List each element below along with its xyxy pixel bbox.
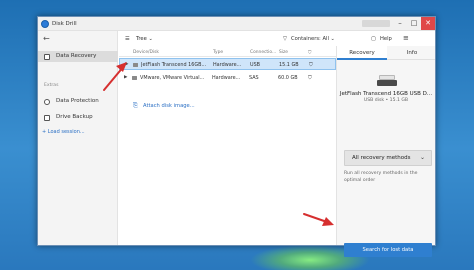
maximize-button[interactable]: □ [407, 17, 421, 30]
app-window: Disk Drill – □ ✕ ← Data Recovery Extras … [37, 16, 436, 257]
view-mode-label: Tree [136, 35, 147, 42]
table-row[interactable]: ▶ VMware, VMware Virtual... Hardware... … [119, 72, 336, 84]
recovery-method-label: All recovery methods [352, 155, 411, 161]
table-header: Device/Disk Type Connectio... Size ⛉ [119, 47, 336, 57]
filter-icon: ▽ [283, 35, 287, 42]
minimize-button[interactable]: – [393, 17, 407, 30]
window-title: Disk Drill [52, 20, 77, 27]
protection-status-icon: ⛉ [309, 62, 313, 68]
sidebar-item-label: Drive Backup [56, 114, 93, 120]
containers-filter-label: Containers: All [291, 35, 329, 42]
expand-arrow-icon[interactable]: ▶ [124, 75, 127, 80]
hard-drive-icon [132, 75, 137, 80]
column-size[interactable]: Size [279, 50, 288, 55]
disk-type: Hardware... [213, 62, 242, 68]
list-icon: ☰ [125, 35, 130, 42]
search-for-lost-data-button[interactable]: Search for lost data [344, 243, 432, 257]
attach-disk-image-label: Attach disk image... [143, 102, 195, 109]
back-button[interactable]: ← [43, 34, 50, 43]
sidebar-item-label: Data Protection [56, 98, 99, 104]
protection-status-icon: ⛉ [308, 75, 312, 81]
disk-name: JetFlash Transcend 16GB... [141, 62, 207, 68]
column-device-disk[interactable]: Device/Disk [133, 50, 159, 55]
tab-info[interactable]: Info [387, 46, 437, 60]
attach-image-icon: ⎘ [133, 102, 138, 109]
sidebar-item-data-protection[interactable]: Data Protection [38, 96, 118, 107]
recovery-method-select[interactable]: All recovery methods ⌄ [344, 150, 432, 166]
sidebar-item-label: Data Recovery [56, 53, 97, 59]
help-icon: ▢ [371, 35, 376, 42]
attach-disk-image-link[interactable]: ⎘ Attach disk image... [119, 101, 336, 112]
backup-icon [44, 114, 50, 121]
toolbar: ☰ Tree ⌄ ▽ Containers: All ⌄ ▢ Help ≡ [119, 31, 435, 46]
expand-arrow-icon[interactable]: ▶ [125, 62, 128, 67]
containers-filter-dropdown[interactable]: Containers: All ⌄ [291, 36, 335, 42]
view-mode-dropdown[interactable]: Tree ⌄ [136, 36, 153, 42]
disk-type: Hardware... [212, 75, 241, 81]
drive-illustration-icon [377, 75, 397, 86]
disk-connection: SAS [249, 75, 259, 81]
selected-disk-name: JetFlash Transcend 16GB USB D... [339, 91, 433, 97]
disk-name: VMware, VMware Virtual... [140, 75, 205, 81]
app-logo-icon [41, 20, 49, 28]
menu-icon[interactable]: ≡ [403, 34, 409, 42]
sidebar-section-extras: Extras [44, 83, 59, 88]
table-row[interactable]: ▶ JetFlash Transcend 16GB... Hardware...… [119, 58, 336, 70]
shield-icon [44, 98, 50, 105]
help-button[interactable]: Help [380, 36, 392, 42]
chevron-down-icon: ⌄ [419, 154, 425, 161]
user-badge[interactable] [362, 20, 390, 27]
usb-drive-icon [133, 62, 138, 67]
sidebar-item-drive-backup[interactable]: Drive Backup [38, 112, 118, 123]
disk-size: 60.0 GB [278, 75, 298, 81]
recovery-method-description: Run all recovery methods in the optimal … [344, 171, 418, 183]
close-button[interactable]: ✕ [421, 17, 435, 30]
selected-disk-size: USB disk • 15.1 GB [363, 98, 409, 103]
panel-tabs: Recovery Info [337, 46, 435, 60]
column-type[interactable]: Type [213, 50, 223, 55]
sidebar: ← Data Recovery Extras Data Protection D… [38, 31, 118, 245]
disk-connection: USB [250, 62, 261, 68]
chevron-down-icon: ⌄ [330, 35, 335, 42]
title-bar: Disk Drill – □ ✕ [38, 17, 435, 31]
chevron-down-icon: ⌄ [148, 35, 153, 42]
disk-details-panel: Recovery Info JetFlash Transcend 16GB US… [336, 46, 435, 257]
data-recovery-icon [44, 53, 50, 60]
sidebar-item-data-recovery[interactable]: Data Recovery [38, 51, 118, 62]
load-session-link[interactable]: + Load session... [42, 129, 85, 135]
shield-check-icon: ⛉ [308, 50, 312, 56]
disk-size: 15.1 GB [279, 62, 299, 68]
column-connection[interactable]: Connectio... [250, 50, 276, 55]
tab-recovery[interactable]: Recovery [337, 46, 387, 60]
